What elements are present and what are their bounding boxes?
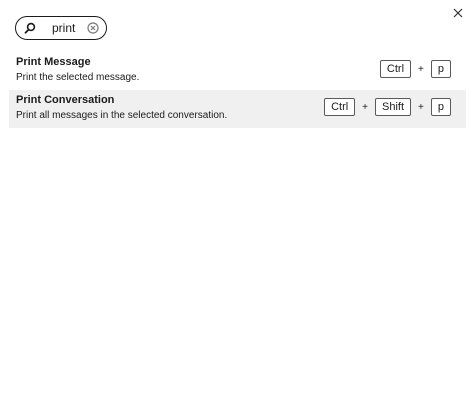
key-separator: + (418, 63, 424, 75)
key-p: p (430, 60, 451, 78)
key-shift: Shift (375, 98, 412, 116)
search-input[interactable] (52, 20, 90, 36)
result-print-message[interactable]: Print Message Print the selected message… (9, 52, 466, 90)
result-print-conversation[interactable]: Print Conversation Print all messages in… (9, 90, 466, 128)
search-box[interactable] (15, 16, 107, 40)
key-p: p (430, 98, 451, 116)
shortcut-keys: Ctrl + p (379, 60, 451, 78)
close-button[interactable] (450, 5, 466, 21)
key-separator: + (362, 101, 369, 113)
shortcut-keys: Ctrl + Shift + p (324, 98, 451, 116)
search-icon (24, 22, 36, 34)
key-ctrl: Ctrl (324, 98, 356, 116)
key-ctrl: Ctrl (379, 60, 412, 78)
clear-icon[interactable] (87, 22, 99, 34)
close-icon (453, 8, 463, 18)
key-separator: + (418, 101, 424, 113)
results-list: Print Message Print the selected message… (9, 52, 466, 128)
